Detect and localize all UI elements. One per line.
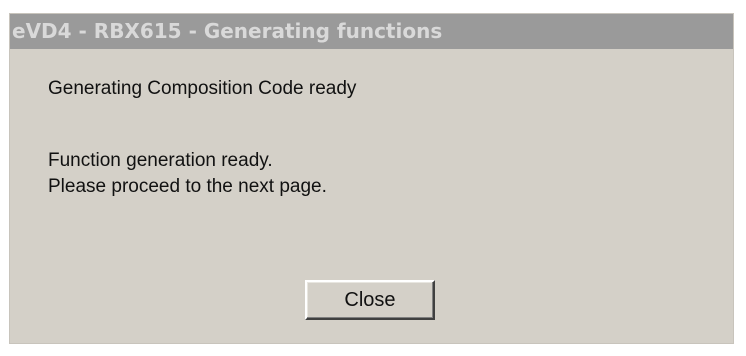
status-message-function: Function generation ready. <box>48 150 273 171</box>
status-message-composition: Generating Composition Code ready <box>48 78 357 99</box>
dialog-window: eVD4 - RBX615 - Generating functions Gen… <box>9 13 734 344</box>
instruction-message: Please proceed to the next page. <box>48 176 327 197</box>
close-button[interactable]: Close <box>305 280 435 320</box>
dialog-title[interactable]: eVD4 - RBX615 - Generating functions <box>10 14 733 49</box>
status-message-block: Function generation ready. Please procee… <box>48 148 327 200</box>
